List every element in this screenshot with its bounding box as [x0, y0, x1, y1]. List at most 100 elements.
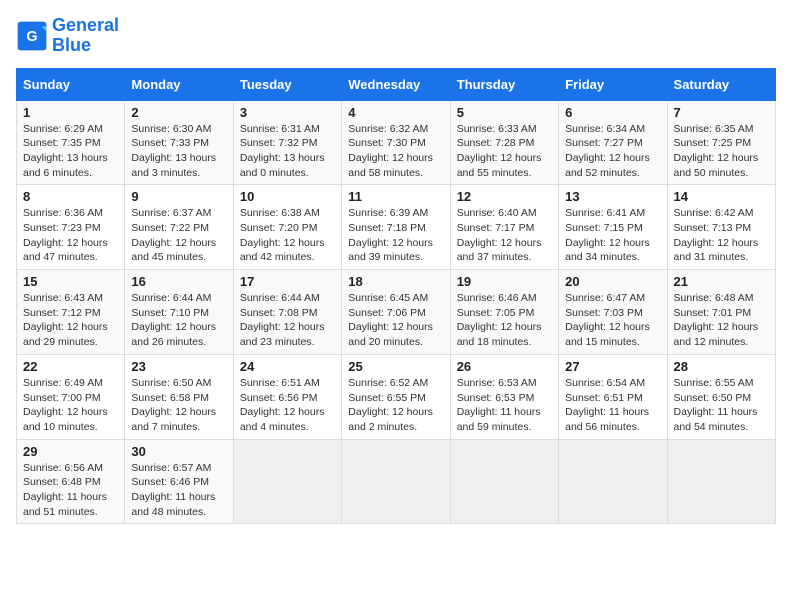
calendar-cell: 14Sunrise: 6:42 AMSunset: 7:13 PMDayligh… — [667, 185, 775, 270]
calendar-cell: 24 Sunrise: 6:51 AMSunset: 6:56 PMDayligh… — [233, 354, 341, 439]
day-number: 20 — [565, 274, 660, 289]
weekday-header-thursday: Thursday — [450, 68, 558, 100]
day-info: Sunrise: 6:49 AMSunset: 7:00 PMDaylight:… — [23, 376, 118, 435]
day-number: 27 — [565, 359, 660, 374]
weekday-header-sunday: Sunday — [17, 68, 125, 100]
day-number: 2 — [131, 105, 226, 120]
calendar-cell: 6Sunrise: 6:34 AMSunset: 7:27 PMDaylight… — [559, 100, 667, 185]
day-number: 9 — [131, 189, 226, 204]
day-info: Sunrise: 6:36 AMSunset: 7:23 PMDaylight:… — [23, 206, 118, 265]
day-number: 17 — [240, 274, 335, 289]
day-info: Sunrise: 6:38 AMSunset: 7:20 PMDaylight:… — [240, 206, 335, 265]
day-info: Sunrise: 6:51 AMSunset: 6:56 PMDaylight:… — [240, 376, 335, 435]
calendar-cell: 23 Sunrise: 6:50 AMSunset: 6:58 PMDayligh… — [125, 354, 233, 439]
day-number: 5 — [457, 105, 552, 120]
svg-text:G: G — [26, 29, 37, 45]
day-info: Sunrise: 6:55 AMSunset: 6:50 PMDaylight:… — [674, 376, 769, 435]
calendar-cell: 12 Sunrise: 6:40 AMSunset: 7:17 PMDayligh… — [450, 185, 558, 270]
day-number: 25 — [348, 359, 443, 374]
day-info: Sunrise: 6:53 AMSunset: 6:53 PMDaylight:… — [457, 376, 552, 435]
calendar-week-row: 22Sunrise: 6:49 AMSunset: 7:00 PMDayligh… — [17, 354, 776, 439]
calendar-cell: 9Sunrise: 6:37 AMSunset: 7:22 PMDaylight… — [125, 185, 233, 270]
calendar-cell: 7 Sunrise: 6:35 AMSunset: 7:25 PMDaylight… — [667, 100, 775, 185]
calendar-cell: 29 Sunrise: 6:56 AMSunset: 6:48 PMDayligh… — [17, 439, 125, 524]
calendar-cell: 3 Sunrise: 6:31 AMSunset: 7:32 PMDaylight… — [233, 100, 341, 185]
day-info: Sunrise: 6:56 AMSunset: 6:48 PMDaylight:… — [23, 461, 118, 520]
calendar-cell: 18 Sunrise: 6:45 AMSunset: 7:06 PMDayligh… — [342, 270, 450, 355]
calendar-week-row: 15 Sunrise: 6:43 AMSunset: 7:12 PMDayligh… — [17, 270, 776, 355]
day-info: Sunrise: 6:34 AMSunset: 7:27 PMDaylight:… — [565, 122, 660, 181]
calendar-cell: 30 Sunrise: 6:57 AMSunset: 6:46 PMDayligh… — [125, 439, 233, 524]
calendar-table: SundayMondayTuesdayWednesdayThursdayFrid… — [16, 68, 776, 525]
day-number: 24 — [240, 359, 335, 374]
day-info: Sunrise: 6:29 AMSunset: 7:35 PMDaylight:… — [23, 122, 118, 181]
calendar-cell: 8 Sunrise: 6:36 AMSunset: 7:23 PMDaylight… — [17, 185, 125, 270]
day-number: 7 — [674, 105, 769, 120]
logo-text2: Blue — [52, 36, 119, 56]
calendar-week-row: 29 Sunrise: 6:56 AMSunset: 6:48 PMDayligh… — [17, 439, 776, 524]
weekday-header-wednesday: Wednesday — [342, 68, 450, 100]
day-info: Sunrise: 6:43 AMSunset: 7:12 PMDaylight:… — [23, 291, 118, 350]
day-info: Sunrise: 6:48 AMSunset: 7:01 PMDaylight:… — [674, 291, 769, 350]
day-info: Sunrise: 6:31 AMSunset: 7:32 PMDaylight:… — [240, 122, 335, 181]
weekday-header-tuesday: Tuesday — [233, 68, 341, 100]
logo-text: General — [52, 16, 119, 36]
day-number: 26 — [457, 359, 552, 374]
day-number: 4 — [348, 105, 443, 120]
logo-icon: G — [16, 20, 48, 52]
weekday-header-row: SundayMondayTuesdayWednesdayThursdayFrid… — [17, 68, 776, 100]
day-number: 21 — [674, 274, 769, 289]
calendar-cell: 26 Sunrise: 6:53 AMSunset: 6:53 PMDayligh… — [450, 354, 558, 439]
day-info: Sunrise: 6:40 AMSunset: 7:17 PMDaylight:… — [457, 206, 552, 265]
day-number: 19 — [457, 274, 552, 289]
day-info: Sunrise: 6:32 AMSunset: 7:30 PMDaylight:… — [348, 122, 443, 181]
day-number: 23 — [131, 359, 226, 374]
calendar-cell: 17 Sunrise: 6:44 AMSunset: 7:08 PMDayligh… — [233, 270, 341, 355]
day-number: 3 — [240, 105, 335, 120]
calendar-week-row: 1 Sunrise: 6:29 AMSunset: 7:35 PMDaylight… — [17, 100, 776, 185]
day-number: 28 — [674, 359, 769, 374]
day-info: Sunrise: 6:33 AMSunset: 7:28 PMDaylight:… — [457, 122, 552, 181]
day-number: 8 — [23, 189, 118, 204]
day-info: Sunrise: 6:52 AMSunset: 6:55 PMDaylight:… — [348, 376, 443, 435]
calendar-cell: 2Sunrise: 6:30 AMSunset: 7:33 PMDaylight… — [125, 100, 233, 185]
calendar-cell: 28 Sunrise: 6:55 AMSunset: 6:50 PMDayligh… — [667, 354, 775, 439]
weekday-header-monday: Monday — [125, 68, 233, 100]
calendar-cell: 4 Sunrise: 6:32 AMSunset: 7:30 PMDaylight… — [342, 100, 450, 185]
day-info: Sunrise: 6:45 AMSunset: 7:06 PMDaylight:… — [348, 291, 443, 350]
day-info: Sunrise: 6:35 AMSunset: 7:25 PMDaylight:… — [674, 122, 769, 181]
weekday-header-saturday: Saturday — [667, 68, 775, 100]
day-number: 15 — [23, 274, 118, 289]
day-info: Sunrise: 6:39 AMSunset: 7:18 PMDaylight:… — [348, 206, 443, 265]
calendar-cell: 13 Sunrise: 6:41 AMSunset: 7:15 PMDayligh… — [559, 185, 667, 270]
calendar-cell: 19 Sunrise: 6:46 AMSunset: 7:05 PMDayligh… — [450, 270, 558, 355]
calendar-cell: 21 Sunrise: 6:48 AMSunset: 7:01 PMDayligh… — [667, 270, 775, 355]
day-number: 30 — [131, 444, 226, 459]
day-info: Sunrise: 6:41 AMSunset: 7:15 PMDaylight:… — [565, 206, 660, 265]
calendar-cell — [342, 439, 450, 524]
day-number: 18 — [348, 274, 443, 289]
calendar-cell: 5 Sunrise: 6:33 AMSunset: 7:28 PMDaylight… — [450, 100, 558, 185]
day-info: Sunrise: 6:50 AMSunset: 6:58 PMDaylight:… — [131, 376, 226, 435]
day-number: 16 — [131, 274, 226, 289]
calendar-cell — [450, 439, 558, 524]
day-info: Sunrise: 6:46 AMSunset: 7:05 PMDaylight:… — [457, 291, 552, 350]
logo: G General Blue — [16, 16, 119, 56]
calendar-cell — [559, 439, 667, 524]
calendar-cell: 1 Sunrise: 6:29 AMSunset: 7:35 PMDaylight… — [17, 100, 125, 185]
day-info: Sunrise: 6:47 AMSunset: 7:03 PMDaylight:… — [565, 291, 660, 350]
day-number: 1 — [23, 105, 118, 120]
calendar-cell: 25 Sunrise: 6:52 AMSunset: 6:55 PMDayligh… — [342, 354, 450, 439]
day-number: 12 — [457, 189, 552, 204]
day-info: Sunrise: 6:44 AMSunset: 7:08 PMDaylight:… — [240, 291, 335, 350]
day-number: 14 — [674, 189, 769, 204]
day-number: 13 — [565, 189, 660, 204]
calendar-cell: 22Sunrise: 6:49 AMSunset: 7:00 PMDayligh… — [17, 354, 125, 439]
calendar-cell: 11Sunrise: 6:39 AMSunset: 7:18 PMDayligh… — [342, 185, 450, 270]
day-number: 10 — [240, 189, 335, 204]
calendar-cell: 16Sunrise: 6:44 AMSunset: 7:10 PMDayligh… — [125, 270, 233, 355]
day-info: Sunrise: 6:57 AMSunset: 6:46 PMDaylight:… — [131, 461, 226, 520]
day-number: 29 — [23, 444, 118, 459]
calendar-cell: 27Sunrise: 6:54 AMSunset: 6:51 PMDayligh… — [559, 354, 667, 439]
calendar-cell: 10 Sunrise: 6:38 AMSunset: 7:20 PMDayligh… — [233, 185, 341, 270]
